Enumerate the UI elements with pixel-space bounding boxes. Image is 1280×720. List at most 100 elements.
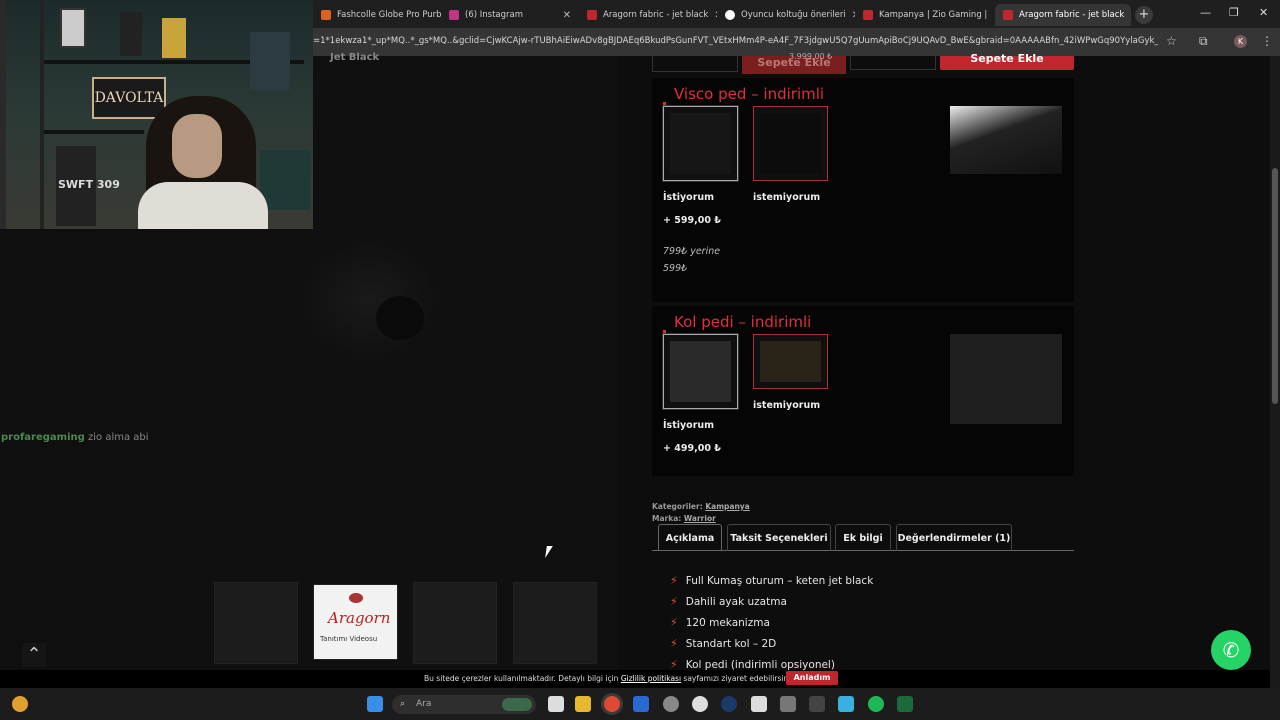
gallery-video-thumbnail[interactable]: Aragorn Tanıtımı Videosu — [313, 584, 398, 660]
outlook-icon[interactable] — [633, 696, 649, 712]
option-no-image[interactable] — [753, 334, 828, 389]
scrollbar-thumb[interactable] — [1272, 168, 1278, 404]
close-window-icon[interactable]: ✕ — [1259, 6, 1268, 19]
chrome-icon[interactable] — [604, 696, 620, 712]
video-thumb-subtitle: Tanıtımı Videosu — [320, 635, 378, 643]
widgets-icon[interactable] — [12, 696, 28, 712]
calculator-icon[interactable] — [751, 696, 767, 712]
feature-text: Standart kol – 2D — [685, 638, 777, 650]
globe-icon — [725, 10, 735, 20]
neon-sign: DAVOLTA — [92, 77, 166, 119]
product-image[interactable] — [300, 240, 440, 360]
cookie-accept-button[interactable]: Anladım — [786, 671, 838, 685]
webcam-overlay: DAVOLTA SWFT 309 — [0, 0, 313, 229]
instagram-icon — [449, 10, 459, 20]
browser-tab-3[interactable]: Aragorn fabric - jet black ✕ — [579, 4, 717, 26]
menu-kebab-icon[interactable]: ⋮ — [1261, 34, 1273, 48]
brand-link[interactable]: Warrior — [684, 514, 716, 523]
whatsapp-button[interactable]: ✆ — [1211, 630, 1251, 670]
close-icon[interactable]: ✕ — [563, 10, 571, 21]
taskbar-search[interactable]: ⌕ Ara — [392, 695, 536, 714]
star-icon[interactable]: ☆ — [1166, 34, 1177, 48]
poster-text: SWFT 309 — [58, 178, 120, 191]
feature-text: Full Kumaş oturum – keten jet black — [685, 575, 874, 587]
bolt-icon: ⚡ — [670, 574, 678, 587]
video-thumb-title: Aragorn — [328, 609, 391, 627]
tab-reviews[interactable]: Değerlendirmeler (1) — [896, 524, 1012, 551]
addon-title: Visco ped – indirimli — [674, 85, 825, 103]
gallery-thumbnail[interactable] — [413, 582, 497, 664]
tab-favicon-icon — [321, 10, 331, 20]
option-no-label[interactable]: istemiyorum — [753, 400, 820, 411]
browser-tab-1[interactable]: Fashcolle Globe Pro Purbi ✕ — [313, 4, 441, 26]
category-link[interactable]: Kampanya — [705, 502, 749, 511]
feature-item: ⚡ Dahili ayak uzatma — [670, 595, 787, 608]
feature-item: ⚡ Standart kol – 2D — [670, 637, 776, 650]
app-icon[interactable] — [780, 696, 796, 712]
addon-panel-armpad: Kol pedi – indirimli İstiyorum istemiyor… — [652, 306, 1074, 476]
obs-icon[interactable] — [692, 696, 708, 712]
tab-label: Fashcolle Globe Pro Purbi — [337, 10, 441, 20]
addon-panel-visco: Visco ped – indirimli İstiyorum istemiyo… — [652, 78, 1074, 302]
tab-installments[interactable]: Taksit Seçenekleri — [727, 524, 831, 551]
addon-preview-image — [950, 106, 1062, 174]
url-field[interactable]: =1*1ekwza1*_up*MQ..*_gs*MQ..&gclid=CjwKC… — [313, 36, 1158, 46]
quantity-stepper[interactable] — [850, 56, 936, 70]
option-yes-label[interactable]: İstiyorum — [663, 420, 714, 431]
browser-tab-5[interactable]: Kampanya | Zio Gaming | ✕ — [855, 4, 993, 26]
windows-start-icon[interactable] — [367, 696, 383, 712]
cookie-text-start: Bu sitede çerezler kullanılmaktadır. Det… — [424, 674, 621, 683]
option-yes-image[interactable] — [663, 334, 738, 409]
gallery-thumbnail[interactable] — [214, 582, 298, 664]
stream-sidebar — [0, 229, 198, 670]
notepad-icon[interactable] — [838, 696, 854, 712]
search-highlight-icon — [502, 698, 532, 711]
add-to-cart-button[interactable]: Sepete Ekle — [940, 53, 1074, 70]
quantity-stepper[interactable] — [652, 56, 738, 72]
profile-avatar[interactable]: K — [1234, 35, 1247, 48]
new-price-line: 599₺ — [663, 263, 688, 274]
cookie-text: Bu sitede çerezler kullanılmaktadır. Det… — [424, 674, 797, 683]
option-no-label[interactable]: istemiyorum — [753, 192, 820, 203]
bolt-icon: ⚡ — [670, 595, 678, 608]
privacy-policy-link[interactable]: Gizlilik politikası — [621, 674, 681, 683]
chat-text: zio alma abi — [88, 432, 149, 443]
option-price: + 499,00 ₺ — [663, 443, 721, 454]
close-icon[interactable]: ✕ — [1130, 10, 1131, 21]
option-no-image[interactable] — [753, 106, 828, 181]
old-price-note: 799₺ yerine 599₺ — [663, 243, 720, 277]
zio-logo-icon — [587, 10, 597, 20]
scroll-to-top-button[interactable]: ⌃ — [22, 643, 46, 667]
chair-wheel-image — [376, 296, 424, 340]
app-icon[interactable] — [663, 696, 679, 712]
steam-icon[interactable] — [721, 696, 737, 712]
product-subtitle: Jet Black — [330, 52, 380, 63]
title-marker — [663, 330, 666, 333]
minimize-icon[interactable]: — — [1200, 6, 1211, 19]
task-view-icon[interactable] — [548, 696, 564, 712]
option-yes-image[interactable] — [663, 106, 738, 181]
product-brand: Marka: Warrior — [652, 514, 716, 523]
categories-label: Kategoriler: — [652, 502, 703, 511]
tab-additional-info[interactable]: Ek bilgi — [835, 524, 891, 551]
feature-item: ⚡ 120 mekanizma — [670, 616, 770, 629]
tab-description[interactable]: Açıklama — [658, 524, 722, 551]
browser-tab-2[interactable]: (6) Instagram ✕ — [441, 4, 579, 26]
app-icon[interactable] — [809, 696, 825, 712]
option-yes-label[interactable]: İstiyorum — [663, 192, 714, 203]
spotify-icon[interactable] — [868, 696, 884, 712]
brand-logo-icon — [349, 593, 363, 603]
extensions-icon[interactable]: ⧉ — [1199, 34, 1208, 49]
app-icon[interactable] — [897, 696, 913, 712]
chat-username: profaregaming — [1, 432, 85, 443]
browser-tab-4[interactable]: Oyuncu koltuğu önerileri ✕ — [717, 4, 855, 26]
file-explorer-icon[interactable] — [575, 696, 591, 712]
maximize-icon[interactable]: ❐ — [1229, 6, 1239, 19]
tab-label: Oyuncu koltuğu önerileri — [741, 10, 846, 20]
gallery-thumbnail[interactable] — [513, 582, 597, 664]
streamer-shirt — [138, 182, 268, 229]
new-tab-button[interactable]: + — [1135, 6, 1153, 24]
browser-tab-active[interactable]: Aragorn fabric - jet black ✕ — [995, 4, 1131, 26]
cookie-text-end: sayfamızı ziyaret edebilirsiniz. — [681, 674, 797, 683]
brand-label: Marka: — [652, 514, 682, 523]
